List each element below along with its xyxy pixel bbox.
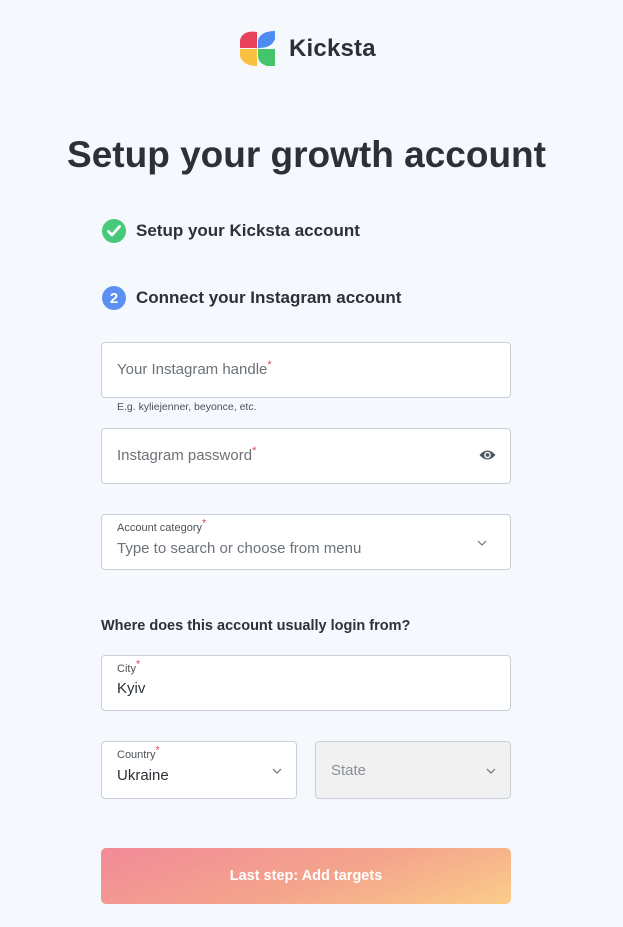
account-category-select[interactable]: Account category* Type to search or choo… — [101, 514, 511, 570]
country-label-text: Country — [117, 749, 156, 761]
instagram-handle-input[interactable]: Your Instagram handle* — [101, 342, 511, 398]
add-targets-button[interactable]: Last step: Add targets — [101, 848, 511, 904]
password-placeholder-text: Instagram password — [117, 447, 253, 464]
instagram-password-input[interactable]: Instagram password* — [101, 428, 511, 484]
category-label-text: Account category — [117, 522, 202, 534]
step-label: Connect your Instagram account — [136, 288, 402, 307]
chevron-down-icon — [272, 768, 282, 774]
category-placeholder: Type to search or choose from menu — [117, 540, 362, 557]
check-icon — [102, 219, 126, 243]
brand-logo: Kicksta — [239, 30, 376, 67]
brand-name: Kicksta — [289, 34, 376, 62]
country-label: Country* — [117, 745, 160, 761]
required-mark: * — [202, 517, 207, 530]
city-label-text: City — [117, 663, 136, 675]
chevron-down-icon — [477, 540, 487, 546]
step-label: Setup your Kicksta account — [136, 221, 360, 240]
required-mark: * — [252, 445, 257, 457]
eye-icon[interactable] — [479, 448, 496, 462]
step-setup-account: Setup your Kicksta account — [102, 219, 360, 243]
required-mark: * — [267, 359, 272, 371]
required-mark: * — [155, 744, 160, 757]
category-label: Account category* — [117, 518, 206, 534]
required-mark: * — [135, 658, 141, 671]
handle-placeholder-text: Your Instagram handle — [117, 361, 268, 378]
city-input[interactable]: City* Kyiv — [101, 655, 511, 711]
chevron-down-icon — [486, 768, 496, 774]
location-question: Where does this account usually login fr… — [101, 618, 411, 634]
state-placeholder: State — [331, 762, 367, 779]
password-placeholder: Instagram password* — [117, 445, 257, 465]
city-label: City* — [117, 659, 140, 675]
page-title: Setup your growth account — [67, 134, 546, 175]
kicksta-logo-icon — [240, 31, 275, 66]
city-value: Kyiv — [117, 680, 146, 697]
handle-hint: E.g. kyliejenner, beyonce, etc. — [117, 401, 257, 413]
handle-placeholder: Your Instagram handle* — [117, 359, 272, 379]
step-number-badge: 2 — [102, 286, 126, 310]
step-connect-instagram: 2 Connect your Instagram account — [102, 286, 401, 310]
country-select[interactable]: Country* Ukraine — [101, 741, 297, 799]
country-value: Ukraine — [117, 767, 169, 784]
state-select[interactable]: State — [315, 741, 511, 799]
